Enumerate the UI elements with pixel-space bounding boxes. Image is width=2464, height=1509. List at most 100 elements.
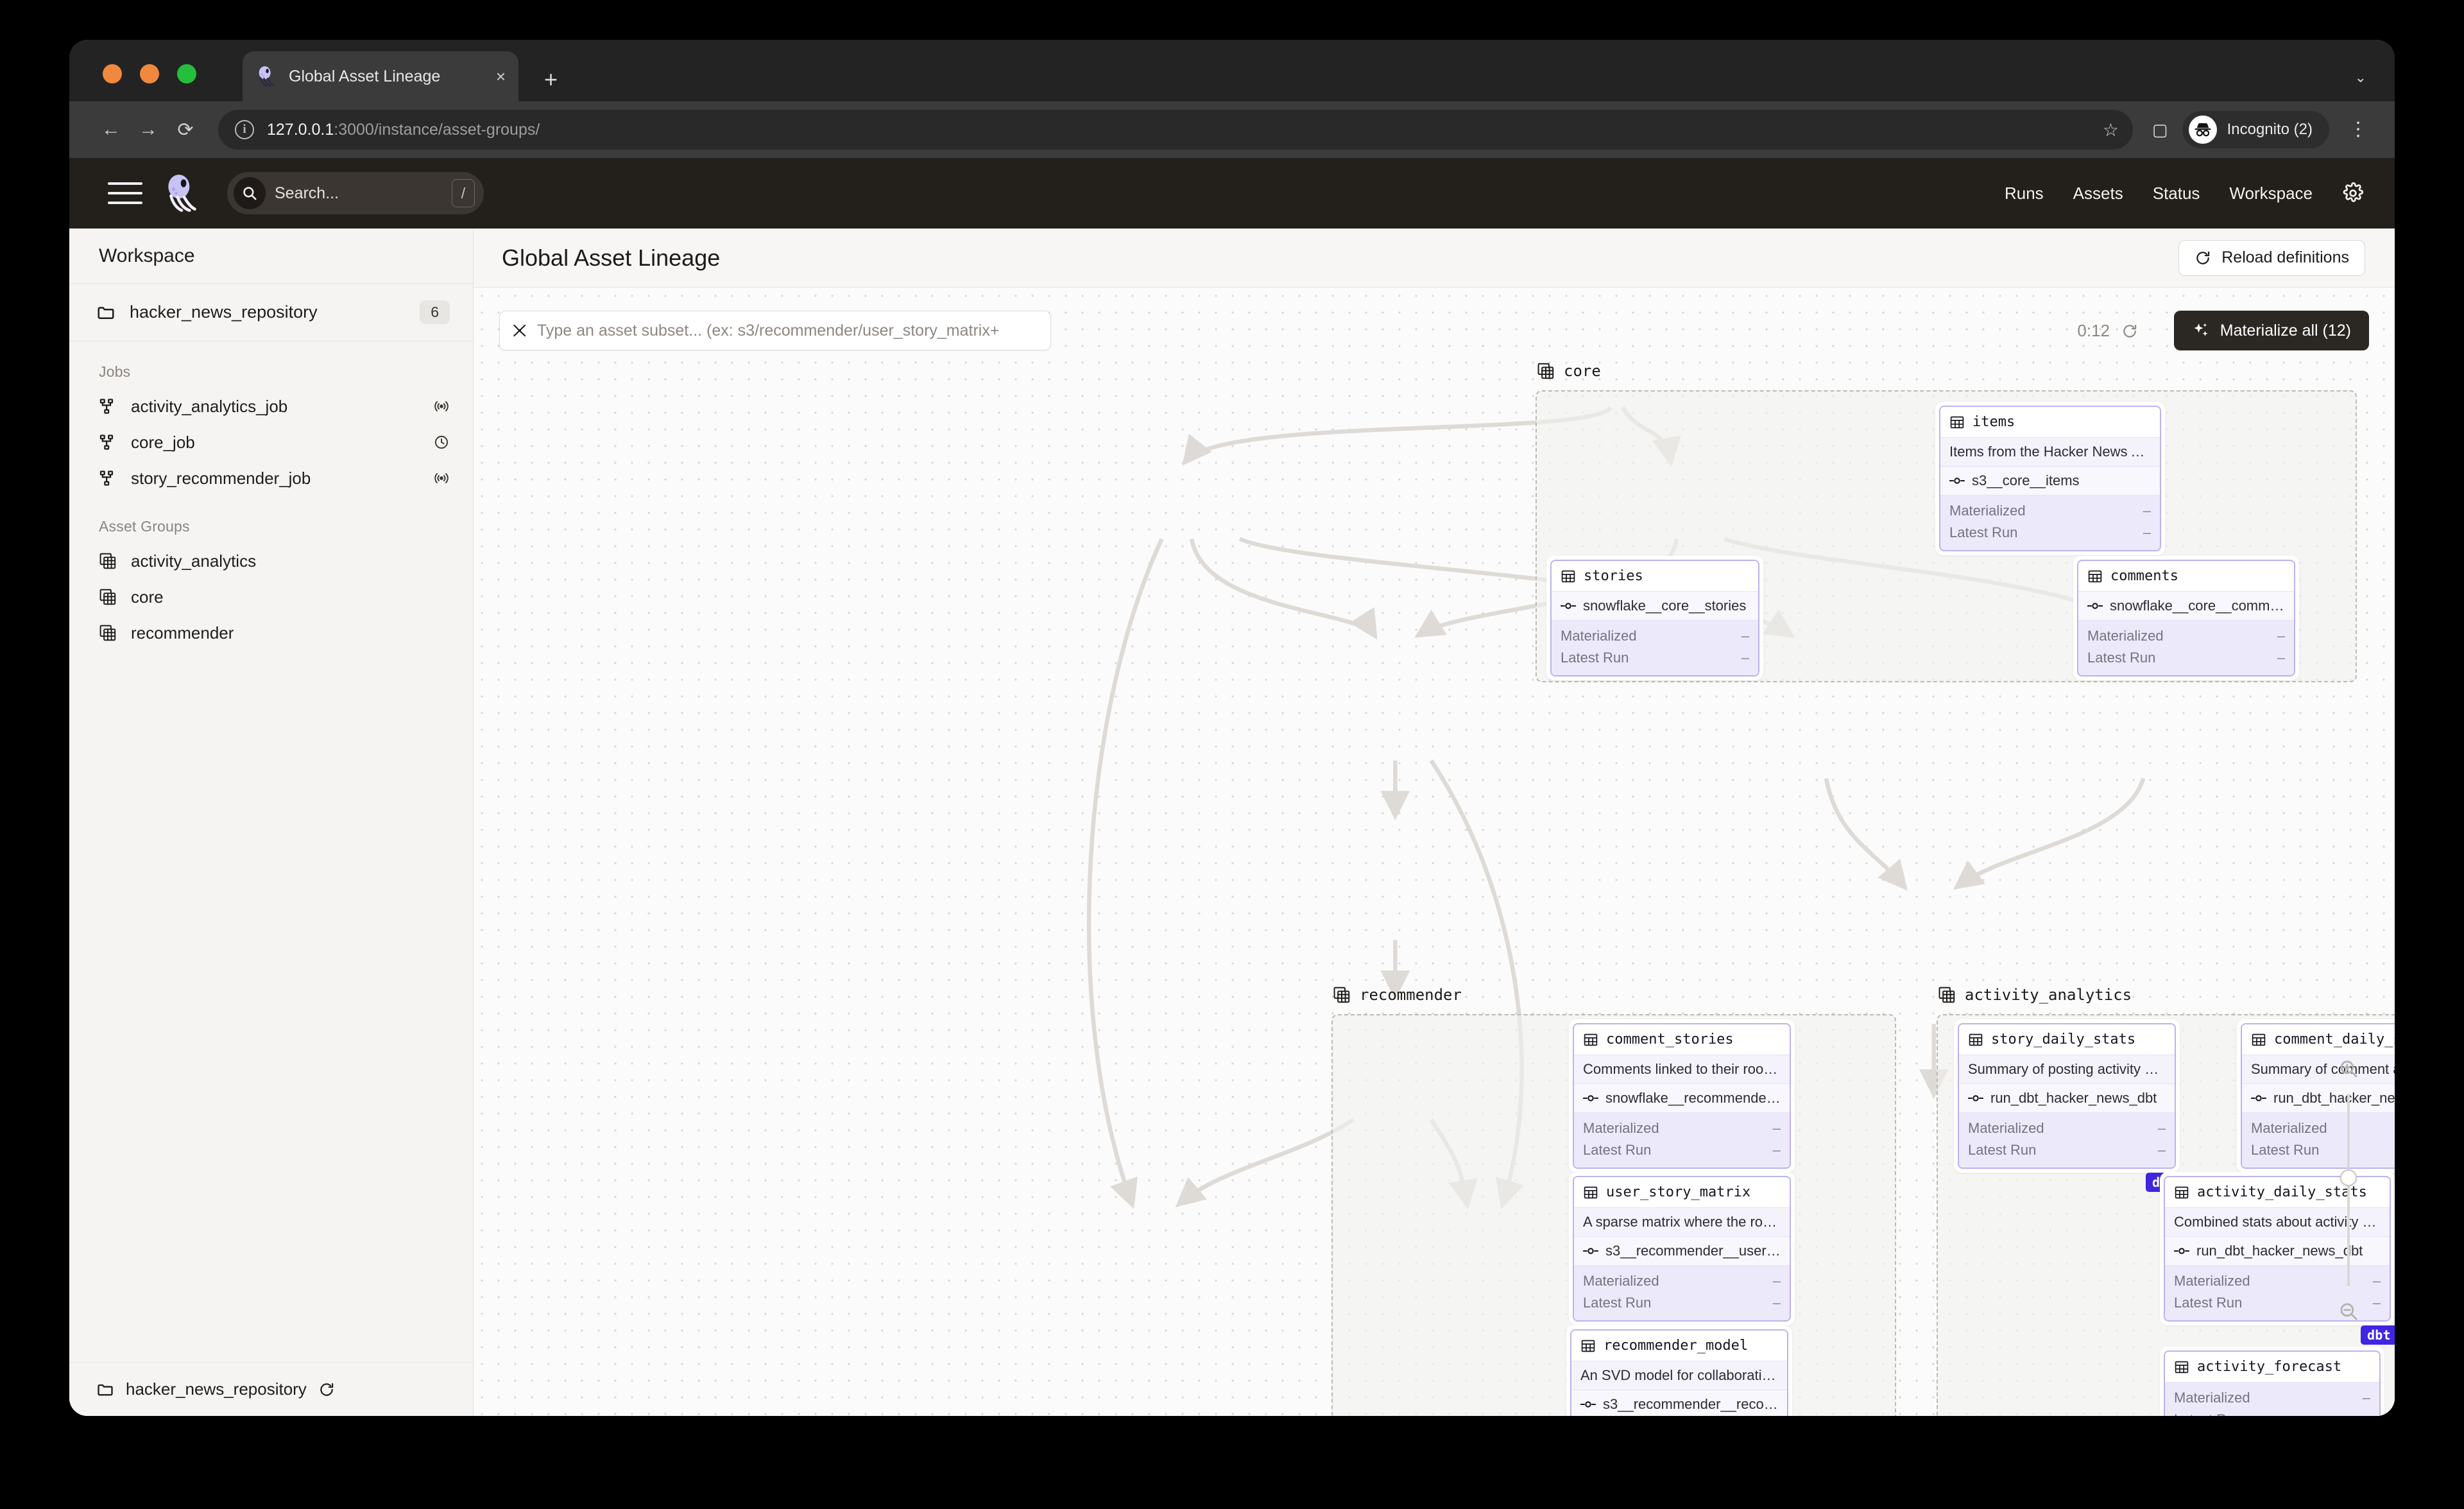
minimize-window-button[interactable] — [140, 64, 159, 83]
asset-node-title: stories — [1584, 568, 1643, 584]
asset-node-comments[interactable]: comments snowflake__core__comments Mater… — [2073, 556, 2299, 681]
footer-repository-name: hacker_news_repository — [126, 1379, 307, 1399]
top-nav-links: Runs Assets Status Workspace — [2005, 184, 2313, 203]
sidebar-title: Workspace — [99, 245, 195, 266]
asset-node-header: user_story_matrix — [1574, 1177, 1790, 1208]
asset-node-title: comment_stories — [1606, 1031, 1734, 1048]
asset-node-op: run_dbt_hacker_news_dbt — [1959, 1084, 2175, 1113]
dbt-badge: dbt — [2360, 1325, 2395, 1345]
reload-page-button[interactable]: ⟳ — [167, 119, 204, 141]
asset-group-icon — [1333, 987, 1350, 1003]
browser-tab[interactable]: Global Asset Lineage × — [243, 51, 518, 101]
stat-label-latest-run: Latest Run — [1561, 650, 1629, 666]
reload-icon[interactable] — [318, 1381, 335, 1398]
stat-label-materialized: Materialized — [2174, 1273, 2250, 1289]
address-bar[interactable]: i 127.0.0.1:3000/instance/asset-groups/ … — [218, 110, 2134, 150]
asset-node-stories[interactable]: stories snowflake__core__stories Materia… — [1546, 556, 1763, 681]
stat-label-latest-run: Latest Run — [2251, 1142, 2320, 1159]
asset-table-icon — [1969, 1033, 1983, 1046]
asset-table-icon — [1584, 1186, 1598, 1198]
sidebar-item-recommender[interactable]: recommender — [69, 615, 473, 651]
tab-search-chevron-icon[interactable]: ⌄ — [2355, 69, 2366, 86]
reload-definitions-button[interactable]: Reload definitions — [2178, 239, 2365, 276]
zoom-slider-thumb[interactable] — [2340, 1169, 2357, 1186]
zoom-controls — [2331, 1058, 2366, 1322]
search-shortcut-key: / — [452, 179, 475, 207]
stat-value-latest-run: – — [1772, 1295, 1781, 1311]
asset-group-icon — [1537, 363, 1554, 379]
asset-node-activity-forecast[interactable]: activity_forecast Materialized – Latest R… — [2160, 1347, 2384, 1416]
asset-node-stats: Materialized – Latest Run – — [1959, 1113, 2175, 1168]
close-window-button[interactable] — [103, 64, 122, 83]
new-tab-button[interactable]: + — [544, 68, 558, 91]
reload-icon — [2196, 251, 2210, 264]
zoom-in-icon[interactable] — [2338, 1058, 2359, 1080]
materialize-all-button[interactable]: Materialize all (12) — [2173, 311, 2369, 350]
nav-link-assets[interactable]: Assets — [2073, 184, 2123, 203]
gear-icon[interactable] — [2342, 182, 2364, 204]
job-name: story_recommender_job — [131, 468, 311, 488]
asset-node-stats: Materialized – Latest Run – — [2165, 1383, 2379, 1416]
asset-group-icon — [99, 552, 118, 570]
asset-subset-placeholder: Type an asset subset... (ex: s3/recommen… — [537, 321, 1000, 340]
sidebar-item-hacker-news-repository[interactable]: hacker_news_repository 6 — [69, 284, 473, 341]
folder-icon — [96, 303, 116, 322]
nav-link-status[interactable]: Status — [2153, 184, 2200, 203]
asset-node-op: s3__recommender__recommender_mo... — [1571, 1390, 1787, 1416]
schedule-clock-icon[interactable] — [433, 434, 450, 451]
bookmark-star-icon[interactable]: ☆ — [2103, 119, 2119, 141]
zoom-out-icon[interactable] — [2338, 1300, 2359, 1322]
asset-node-op-name: snowflake__core__comments — [2110, 598, 2285, 614]
asset-group-recommender-label: recommender — [1333, 986, 1462, 1004]
asset-node-stats: Materialized – Latest Run – — [2078, 621, 2294, 676]
sidebar-item-core[interactable]: core — [69, 579, 473, 615]
nav-link-runs[interactable]: Runs — [2005, 184, 2044, 203]
asset-node-recommender-model[interactable]: recommender_model An SVD model for colla… — [1566, 1325, 1792, 1416]
browser-menu-button[interactable]: ⋮ — [2345, 120, 2372, 139]
job-name: activity_analytics_job — [131, 396, 288, 416]
asset-selection-icon — [511, 322, 528, 339]
maximize-window-button[interactable] — [177, 64, 196, 83]
browser-window: Global Asset Lineage × + ⌄ ← → ⟳ i 127.0… — [69, 40, 2395, 1416]
asset-node-items[interactable]: items Items from the Hacker News API: ea… — [1935, 402, 2165, 556]
asset-node-story-daily-stats[interactable]: story_daily_stats Summary of posting act… — [1954, 1019, 2182, 1193]
stat-value-materialized: – — [2372, 1273, 2381, 1289]
stat-label-latest-run: Latest Run — [2174, 1295, 2243, 1311]
asset-subset-query-input[interactable]: Type an asset subset... (ex: s3/recommen… — [499, 311, 1051, 350]
asset-node-header: items — [1940, 407, 2160, 438]
dagster-logo-icon — [255, 65, 278, 88]
asset-group-icon — [99, 624, 118, 642]
side-panel-icon[interactable]: ▢ — [2152, 120, 2168, 140]
sidebar-item-activity-analytics-job[interactable]: activity_analytics_job — [69, 388, 473, 424]
close-tab-icon[interactable]: × — [496, 68, 506, 85]
sidebar-item-story-recommender-job[interactable]: story_recommender_job — [69, 460, 473, 496]
folder-icon — [96, 1381, 114, 1399]
site-info-icon[interactable]: i — [235, 120, 254, 139]
asset-node-stats: Materialized – Latest Run – — [1552, 621, 1758, 676]
dagster-logo-icon[interactable] — [162, 172, 204, 214]
refresh-icon[interactable] — [2121, 323, 2138, 340]
nav-link-workspace[interactable]: Workspace — [2229, 184, 2313, 203]
group-label-text: recommender — [1360, 986, 1462, 1004]
asset-node-stats: Materialized – Latest Run – — [1574, 1113, 1790, 1168]
back-button[interactable]: ← — [92, 119, 130, 141]
sidebar-item-core-job[interactable]: core_job — [69, 424, 473, 460]
asset-lineage-graph[interactable]: Type an asset subset... (ex: s3/recommen… — [474, 288, 2395, 1416]
asset-node-comment-stories[interactable]: comment_stories Comments linked to their… — [1569, 1019, 1795, 1173]
stat-label-materialized: Materialized — [2251, 1120, 2327, 1136]
sensor-icon[interactable] — [433, 470, 450, 487]
profile-incognito-button[interactable]: Incognito (2) — [2182, 111, 2329, 148]
search-icon — [234, 177, 266, 209]
sensor-icon[interactable] — [433, 398, 450, 415]
asset-node-title: items — [1972, 414, 2015, 430]
asset-node-user-story-matrix[interactable]: user_story_matrix A sparse matrix where … — [1569, 1172, 1795, 1326]
menu-hamburger-icon[interactable] — [108, 182, 142, 204]
sidebar-item-activity-analytics[interactable]: activity_analytics — [69, 543, 473, 579]
global-search-input[interactable]: Search... / — [227, 172, 484, 214]
asset-node-comment-daily-stats[interactable]: comment_daily_stats Summary of comment a… — [2237, 1019, 2395, 1173]
forward-button[interactable]: → — [130, 119, 167, 141]
zoom-slider-track[interactable] — [2340, 1094, 2357, 1286]
asset-node-description: Summary of posting activity by day — [1959, 1055, 2175, 1084]
stat-value-latest-run: – — [2363, 1409, 2370, 1416]
asset-node-header: recommender_model — [1571, 1331, 1787, 1361]
